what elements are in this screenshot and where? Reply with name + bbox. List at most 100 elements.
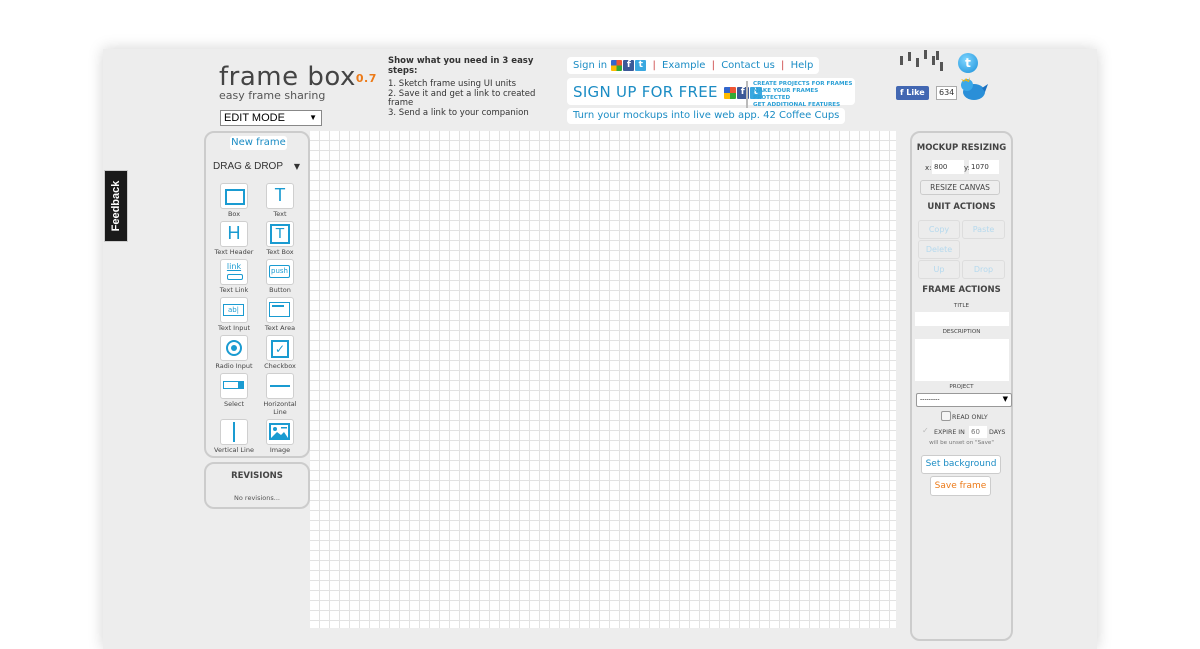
unit-label: Text Area (264, 324, 296, 332)
set-background-button[interactable]: Set background (921, 455, 1001, 474)
button-icon: push (266, 259, 294, 285)
up-button[interactable]: Up (918, 260, 960, 279)
unit-text-link[interactable]: link Text Link (211, 259, 257, 295)
text-icon: T (266, 183, 294, 209)
separator: | (781, 60, 785, 71)
feedback-label: Feedback (110, 180, 122, 232)
facebook-icon[interactable]: f (623, 59, 635, 71)
read-only-label: READ ONLY (952, 414, 988, 421)
separator: | (711, 60, 715, 71)
feedback-tab[interactable]: Feedback (104, 170, 128, 242)
checkbox-icon: ✓ (266, 335, 294, 361)
expire-days-input[interactable]: 60 (969, 426, 987, 438)
unit-horizontal-line[interactable]: Horizontal Line (257, 373, 303, 416)
image-icon (266, 419, 294, 445)
unit-label: Select (223, 400, 245, 408)
paste-button[interactable]: Paste (962, 220, 1005, 239)
unit-image[interactable]: Image (257, 419, 303, 455)
unit-actions-title: UNIT ACTIONS (927, 202, 996, 212)
mockup-canvas[interactable] (310, 131, 896, 628)
chevron-down-icon: ▼ (1002, 395, 1008, 403)
title-input[interactable] (915, 312, 1009, 326)
vertical-line-icon (220, 419, 248, 445)
box-icon (220, 183, 248, 209)
copy-button[interactable]: Copy (918, 220, 960, 239)
text-link-icon: link (220, 259, 248, 285)
select-icon (220, 373, 248, 399)
unit-vertical-line[interactable]: Vertical Line (211, 419, 257, 455)
unit-text[interactable]: T Text (257, 183, 303, 219)
unit-label: Checkbox (264, 362, 296, 370)
unit-label: Text Header (214, 248, 254, 256)
project-select[interactable]: --------- ▼ (916, 393, 1012, 407)
revisions-panel: REVISIONS No revisions... (204, 462, 310, 509)
logo-title: frame box (219, 62, 356, 92)
canvas-width-input[interactable]: 800 (932, 160, 964, 174)
twitter-bird-icon[interactable] (958, 76, 988, 102)
text-area-icon (266, 297, 294, 323)
step-item: 3. Send a link to your companion (388, 107, 529, 118)
units-panel: New frame DRAG & DROP ▼ Box T Text H Tex… (204, 131, 310, 458)
unit-button[interactable]: push Button (257, 259, 303, 295)
unit-label: Box (227, 210, 241, 218)
logo[interactable]: frame box0.7 easy frame sharing (219, 62, 377, 102)
chevron-down-icon: ▼ (309, 113, 317, 122)
unit-label: Radio Input (215, 362, 253, 370)
separator: | (652, 60, 656, 71)
unit-text-input[interactable]: ab| Text Input (211, 297, 257, 333)
unit-radio-input[interactable]: Radio Input (211, 335, 257, 371)
step-item: 2. Save it and get a link to created fra… (388, 88, 536, 108)
facebook-icon: f (900, 88, 904, 97)
twitter-icon[interactable]: t (635, 59, 647, 71)
sign-in-link[interactable]: Sign in (573, 60, 607, 71)
x-label: x: (925, 164, 932, 172)
drop-button[interactable]: Drop (962, 260, 1005, 279)
project-label: PROJECT (949, 384, 974, 390)
tagline-link[interactable]: Turn your mockups into live web app. 42 … (567, 108, 846, 124)
example-link[interactable]: Example (662, 60, 705, 71)
frame-actions-title: FRAME ACTIONS (922, 285, 1001, 295)
description-textarea[interactable] (915, 339, 1009, 381)
unit-label: Text (273, 210, 287, 218)
social-widgets: t f Like 634 (896, 48, 988, 108)
unit-text-area[interactable]: Text Area (257, 297, 303, 333)
unit-text-box[interactable]: T Text Box (257, 221, 303, 257)
help-link[interactable]: Help (791, 60, 814, 71)
feature-item: CREATE PROJECTS FOR FRAMES (753, 81, 853, 87)
signup-link[interactable]: SIGN UP FOR FREE (573, 83, 718, 101)
delete-button[interactable]: Delete (918, 240, 960, 259)
unit-text-header[interactable]: H Text Header (211, 221, 257, 257)
unit-box[interactable]: Box (211, 183, 257, 219)
horizontal-line-icon (266, 373, 294, 399)
unit-label: Horizontal Line (263, 400, 297, 416)
drag-drop-heading[interactable]: DRAG & DROP (213, 161, 283, 172)
facebook-like-button[interactable]: f Like (896, 86, 929, 100)
chevron-down-icon[interactable]: ▼ (294, 162, 300, 171)
unit-label: Text Link (219, 286, 249, 294)
canvas-height-input[interactable]: 1070 (969, 160, 999, 174)
twitter-circle-icon[interactable]: t (958, 53, 978, 73)
contact-link[interactable]: Contact us (721, 60, 775, 71)
save-frame-button[interactable]: Save frame (930, 476, 991, 496)
steps-info: Show what you need in 3 easy steps: 1. S… (388, 56, 553, 118)
unit-label: Image (269, 446, 291, 454)
expire-checkbox[interactable]: ✓ (922, 426, 929, 435)
unit-checkbox[interactable]: ✓ Checkbox (257, 335, 303, 371)
project-select-value: --------- (920, 396, 940, 403)
expire-label: EXPIRE IN (934, 429, 965, 436)
resize-canvas-button[interactable]: RESIZE CANVAS (920, 180, 1000, 195)
read-only-checkbox[interactable] (941, 411, 951, 421)
mode-select[interactable]: EDIT MODE ▼ (220, 110, 322, 126)
music-notes-icon (896, 48, 946, 76)
signup-box: SIGN UP FOR FREE ft CREATE PROJECTS FOR … (567, 78, 855, 109)
text-box-icon: T (266, 221, 294, 247)
unit-select[interactable]: Select (211, 373, 257, 409)
new-frame-button[interactable]: New frame (230, 136, 287, 150)
unit-label: Vertical Line (214, 446, 254, 454)
like-count: 634 (936, 86, 958, 100)
revisions-title: REVISIONS (231, 471, 283, 481)
google-icon[interactable] (611, 59, 623, 71)
google-icon[interactable] (723, 86, 736, 99)
revisions-empty: No revisions... (234, 494, 280, 502)
top-nav: Sign in ft | Example | Contact us | Help (567, 57, 820, 74)
